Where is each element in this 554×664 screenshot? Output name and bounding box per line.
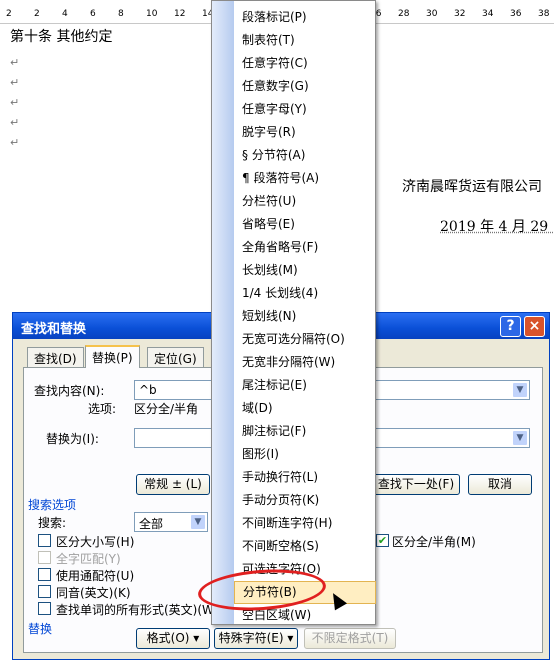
- menu-item[interactable]: 脱字号(R): [234, 121, 376, 144]
- paragraph-mark: ↵: [10, 76, 20, 89]
- chevron-down-icon[interactable]: ▼: [512, 382, 528, 398]
- find-value: ^b: [139, 383, 157, 397]
- menu-item[interactable]: 短划线(N): [234, 305, 376, 328]
- sounds-like-checkbox[interactable]: [38, 585, 51, 598]
- less-button[interactable]: 常规 ± (L): [136, 474, 210, 495]
- menu-item[interactable]: 不间断空格(S): [234, 535, 376, 558]
- ruler-tick: 30: [426, 9, 438, 19]
- menu-item[interactable]: 任意字符(C): [234, 52, 376, 75]
- no-format-button: 不限定格式(T): [304, 628, 396, 649]
- ruler-tick: 34: [482, 9, 494, 19]
- ruler-tick: 8: [118, 9, 124, 19]
- menu-item[interactable]: 任意字母(Y): [234, 98, 376, 121]
- replace-section-title: 替换: [28, 622, 53, 636]
- menu-item[interactable]: 长划线(M): [234, 259, 376, 282]
- menu-item[interactable]: 图形(I): [234, 443, 376, 466]
- ruler-tick: 2: [34, 9, 40, 19]
- menu-item[interactable]: 不间断连字符(H): [234, 512, 376, 535]
- match-case-checkbox[interactable]: [38, 534, 51, 547]
- format-button[interactable]: 格式(O) ▾: [136, 628, 210, 649]
- menu-item[interactable]: 手动换行符(L): [234, 466, 376, 489]
- help-button[interactable]: ?: [500, 316, 521, 337]
- paragraph-mark: ↵: [10, 56, 20, 69]
- special-char-button[interactable]: 特殊字符(E) ▾: [214, 628, 298, 649]
- menu-item[interactable]: 手动分页符(K): [234, 489, 376, 512]
- search-label: 搜索:: [38, 516, 67, 530]
- ruler-tick: 4: [62, 9, 68, 19]
- menu-item[interactable]: 制表符(T): [234, 29, 376, 52]
- find-label: 查找内容(N):: [34, 384, 105, 398]
- ruler-tick: 28: [398, 9, 410, 19]
- ruler-tick: 38: [538, 9, 550, 19]
- ruler-tick: 2: [6, 9, 12, 19]
- ruler-tick: 6: [90, 9, 96, 19]
- tab-find[interactable]: 查找(D): [27, 347, 84, 367]
- menu-item[interactable]: 省略号(E): [234, 213, 376, 236]
- menu-item[interactable]: 尾注标记(E): [234, 374, 376, 397]
- search-scope-value: 全部: [139, 517, 164, 531]
- wildcards-label: 使用通配符(U): [56, 569, 135, 583]
- menu-icon-strip: [212, 1, 234, 624]
- company-name: 济南晨晖货运有限公司: [402, 179, 542, 195]
- menu-item[interactable]: ¶ 段落符号(A): [234, 167, 376, 190]
- search-scope-select[interactable]: 全部 ▼: [134, 512, 208, 532]
- menu-item[interactable]: 无宽可选分隔符(O): [234, 328, 376, 351]
- word-forms-checkbox[interactable]: [38, 602, 51, 615]
- word-forms-label: 查找单词的所有形式(英文)(W): [56, 603, 219, 617]
- menu-item[interactable]: 分栏符(U): [234, 190, 376, 213]
- paragraph-mark: ↵: [10, 96, 20, 109]
- options-value: 区分全/半角: [134, 402, 199, 416]
- menu-item[interactable]: 无宽非分隔符(W): [234, 351, 376, 374]
- doc-date: 2019 年 4 月 29 日: [440, 219, 554, 235]
- width-checkbox[interactable]: ✔: [376, 534, 389, 547]
- ruler-tick: 36: [510, 9, 522, 19]
- paragraph-mark: ↵: [10, 116, 20, 129]
- cancel-button[interactable]: 取消: [468, 474, 532, 495]
- width-checkbox-label: 区分全/半角(M): [392, 535, 476, 549]
- replace-label: 替换为(I):: [46, 432, 99, 446]
- sounds-like-label: 同音(英文)(K): [56, 586, 131, 600]
- whole-word-checkbox: [38, 551, 51, 564]
- options-label: 选项:: [88, 402, 117, 416]
- ruler-tick: 12: [174, 9, 186, 19]
- chevron-down-icon[interactable]: ▼: [512, 430, 528, 446]
- search-options-title: 搜索选项: [28, 498, 77, 512]
- ruler-tick: 32: [454, 9, 466, 19]
- menu-item[interactable]: 任意数字(G): [234, 75, 376, 98]
- tab-replace[interactable]: 替换(P): [85, 345, 140, 368]
- menu-item[interactable]: 段落标记(P): [234, 6, 376, 29]
- doc-heading: 第十条 其他约定: [10, 29, 113, 45]
- find-next-button[interactable]: 查找下一处(F): [372, 474, 460, 495]
- paragraph-mark: ↵: [10, 136, 20, 149]
- chevron-down-icon[interactable]: ▼: [190, 514, 206, 530]
- dialog-title: 查找和替换: [21, 322, 87, 337]
- wildcards-checkbox[interactable]: [38, 568, 51, 581]
- tab-goto[interactable]: 定位(G): [147, 347, 204, 367]
- menu-item[interactable]: 1/4 长划线(4): [234, 282, 376, 305]
- menu-item[interactable]: 全角省略号(F): [234, 236, 376, 259]
- menu-item[interactable]: § 分节符(A): [234, 144, 376, 167]
- whole-word-label: 全字匹配(Y): [56, 552, 121, 566]
- special-char-menu: 段落标记(P) 制表符(T) 任意字符(C) 任意数字(G) 任意字母(Y) 脱字号(R)…: [211, 0, 376, 625]
- ruler-tick: 10: [146, 9, 158, 19]
- close-button[interactable]: ×: [524, 316, 545, 337]
- menu-item[interactable]: 脚注标记(F): [234, 420, 376, 443]
- match-case-label: 区分大小写(H): [56, 535, 135, 549]
- menu-item[interactable]: 域(D): [234, 397, 376, 420]
